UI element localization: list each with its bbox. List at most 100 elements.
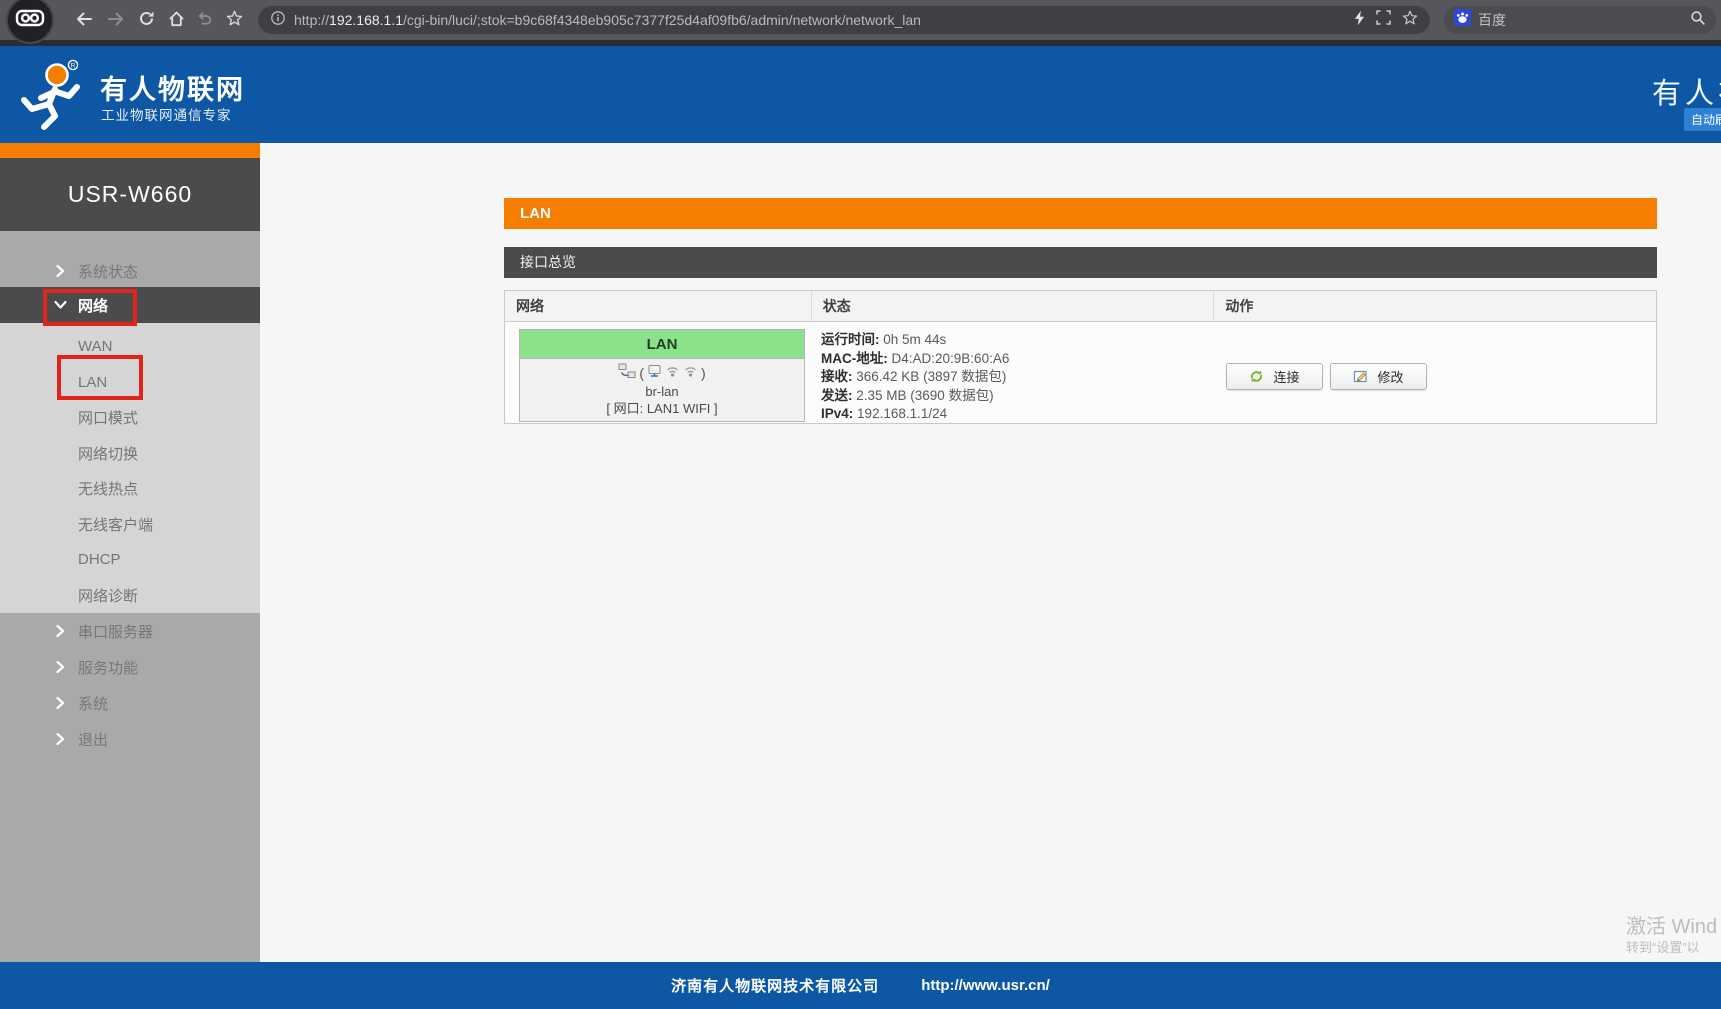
history-button[interactable] bbox=[192, 9, 216, 31]
ethernet-icon bbox=[647, 364, 662, 383]
browser-profile-avatar[interactable] bbox=[6, 0, 54, 44]
chevron-down-icon bbox=[55, 301, 67, 310]
status-value: 366.42 KB (3897 数据包) bbox=[856, 369, 1006, 384]
brand-title: 有人物联网 bbox=[100, 68, 245, 107]
page-info-icon[interactable] bbox=[270, 10, 286, 31]
interface-device: br-lan bbox=[520, 383, 804, 400]
interface-card-body: ( ) br-lan [ 网口: LAN1 WIFI ] bbox=[520, 359, 804, 417]
address-bar[interactable]: http://192.168.1.1/cgi-bin/luci/;stok=b9… bbox=[258, 6, 1430, 34]
sidebar-accent-strip bbox=[0, 143, 260, 158]
sidebar-item-network[interactable]: 网络 bbox=[0, 287, 260, 323]
brand-tagline: 工业物联网通信专家 bbox=[101, 104, 232, 124]
sidebar-item-wifi-hotspot[interactable]: 无线热点 bbox=[0, 471, 260, 506]
chevron-right-icon bbox=[56, 697, 65, 709]
bookmark-star-icon[interactable] bbox=[1402, 10, 1418, 31]
status-label: MAC-地址: bbox=[821, 351, 888, 366]
sidebar-item-dhcp[interactable]: DHCP bbox=[0, 542, 260, 577]
reload-icon bbox=[138, 10, 155, 30]
sidebar-item-port-mode[interactable]: 网口模式 bbox=[0, 400, 260, 435]
sidebar-subitem-label: WAN bbox=[78, 338, 112, 355]
home-button[interactable] bbox=[164, 9, 188, 31]
interface-actions: 连接 修改 bbox=[1226, 363, 1427, 390]
lightning-icon[interactable] bbox=[1354, 10, 1365, 31]
footer-website-link[interactable]: http://www.usr.cn/ bbox=[921, 977, 1050, 994]
sidebar-subitem-label: 网口模式 bbox=[78, 407, 138, 428]
address-bar-actions bbox=[1354, 10, 1418, 31]
screenshot-frame-icon[interactable] bbox=[1376, 10, 1391, 30]
edit-button-label: 修改 bbox=[1377, 367, 1403, 386]
status-line-tx: 发送: 2.35 MB (3690 数据包) bbox=[821, 387, 1009, 406]
status-line-uptime: 运行时间: 0h 5m 44s bbox=[821, 331, 1009, 350]
sidebar-item-serial-server[interactable]: 串口服务器 bbox=[0, 613, 260, 649]
wifi-icon bbox=[683, 364, 698, 382]
connect-button[interactable]: 连接 bbox=[1226, 363, 1323, 390]
table-header-row: 网络 状态 动作 bbox=[505, 291, 1656, 322]
sidebar-subitem-label: 网络切换 bbox=[78, 443, 138, 464]
site-header: R 有人物联网 工业物联网通信专家 有人在 自动刷新 bbox=[0, 46, 1721, 143]
paren-close: ) bbox=[701, 365, 706, 382]
search-magnifier-icon[interactable] bbox=[1690, 10, 1706, 31]
sidebar-item-label: 网络 bbox=[78, 295, 108, 316]
interface-card-lan: LAN ( ) br-lan [ 网口: LAN1 WIFI ] bbox=[519, 329, 805, 422]
status-label: 接收: bbox=[821, 369, 853, 384]
sidebar-subitem-label: 网络诊断 bbox=[78, 585, 138, 606]
chevron-right-icon bbox=[56, 265, 65, 277]
baidu-paw-icon bbox=[1454, 9, 1471, 31]
back-button[interactable] bbox=[72, 9, 96, 31]
header-slogan: 有人在 bbox=[1652, 70, 1721, 112]
sidebar-subitem-label: 无线热点 bbox=[78, 478, 138, 499]
sidebar-item-system-status[interactable]: 系统状态 bbox=[0, 253, 260, 289]
search-engine-label: 百度 bbox=[1478, 10, 1690, 30]
interface-status-block: 运行时间: 0h 5m 44s MAC-地址: D4:AD:20:9B:60:A… bbox=[821, 331, 1009, 424]
auto-refresh-badge[interactable]: 自动刷新 bbox=[1684, 108, 1721, 131]
column-header-network: 网络 bbox=[505, 291, 811, 321]
watermark-line2: 转到“设置”以 bbox=[1626, 940, 1717, 956]
watermark-line1: 激活 Wind bbox=[1626, 914, 1717, 940]
usr-logo: R bbox=[16, 58, 90, 139]
goggles-icon bbox=[15, 7, 45, 34]
url-host: 192.168.1.1 bbox=[329, 12, 403, 28]
status-line-ipv4: IPv4: 192.168.1.1/24 bbox=[821, 405, 1009, 424]
sidebar-subitem-label: DHCP bbox=[78, 551, 121, 568]
sidebar-item-label: 服务功能 bbox=[78, 657, 138, 678]
forward-button[interactable] bbox=[104, 9, 128, 31]
url-path: /cgi-bin/luci/;stok=b9c68f4348eb905c7377… bbox=[403, 12, 921, 28]
sidebar: USR-W660 系统状态 网络 WAN LAN 网口模式 网络切换 无线热点 … bbox=[0, 143, 260, 962]
interface-name: LAN bbox=[520, 330, 804, 359]
interface-icon-row: ( ) bbox=[520, 363, 804, 383]
interface-overview-table: 网络 状态 动作 LAN ( ) br-lan [ 网口: LAN1 WIFI … bbox=[504, 290, 1657, 424]
chevron-right-icon bbox=[56, 625, 65, 637]
windows-activation-watermark: 激活 Wind 转到“设置”以 bbox=[1626, 914, 1717, 956]
undo-arrow-icon bbox=[196, 11, 213, 29]
status-value: 192.168.1.1/24 bbox=[857, 406, 947, 421]
sidebar-item-wifi-client[interactable]: 无线客户端 bbox=[0, 507, 260, 542]
sidebar-item-network-diagnosis[interactable]: 网络诊断 bbox=[0, 578, 260, 613]
bookmark-toolbar-button[interactable] bbox=[222, 9, 246, 31]
home-icon bbox=[168, 11, 185, 30]
sidebar-item-system[interactable]: 系统 bbox=[0, 685, 260, 721]
forward-arrow-icon bbox=[107, 11, 125, 30]
sidebar-item-network-switch[interactable]: 网络切换 bbox=[0, 436, 260, 471]
baidu-search-box[interactable]: 百度 bbox=[1444, 6, 1716, 34]
reconnect-icon bbox=[1249, 369, 1264, 384]
sidebar-item-services[interactable]: 服务功能 bbox=[0, 649, 260, 685]
status-label: 运行时间: bbox=[821, 332, 880, 347]
reload-button[interactable] bbox=[134, 9, 158, 31]
status-value: 0h 5m 44s bbox=[883, 332, 946, 347]
bridge-icon bbox=[618, 363, 636, 383]
sidebar-item-logout[interactable]: 退出 bbox=[0, 721, 260, 757]
sidebar-subitem-label: 无线客户端 bbox=[78, 514, 153, 535]
sidebar-item-lan[interactable]: LAN bbox=[0, 365, 260, 400]
sidebar-item-label: 串口服务器 bbox=[78, 621, 153, 642]
back-arrow-icon bbox=[75, 11, 93, 30]
page-title: LAN bbox=[504, 198, 1657, 229]
status-line-rx: 接收: 366.42 KB (3897 数据包) bbox=[821, 368, 1009, 387]
status-line-mac: MAC-地址: D4:AD:20:9B:60:A6 bbox=[821, 350, 1009, 369]
paren-open: ( bbox=[639, 365, 644, 382]
edit-button[interactable]: 修改 bbox=[1330, 363, 1427, 390]
sidebar-item-wan[interactable]: WAN bbox=[0, 329, 260, 364]
sidebar-item-label: 系统 bbox=[78, 693, 108, 714]
page-footer: 济南有人物联网技术有限公司 http://www.usr.cn/ bbox=[0, 962, 1721, 1009]
url-text: http://192.168.1.1/cgi-bin/luci/;stok=b9… bbox=[294, 12, 1346, 28]
status-label: IPv4: bbox=[821, 406, 853, 421]
